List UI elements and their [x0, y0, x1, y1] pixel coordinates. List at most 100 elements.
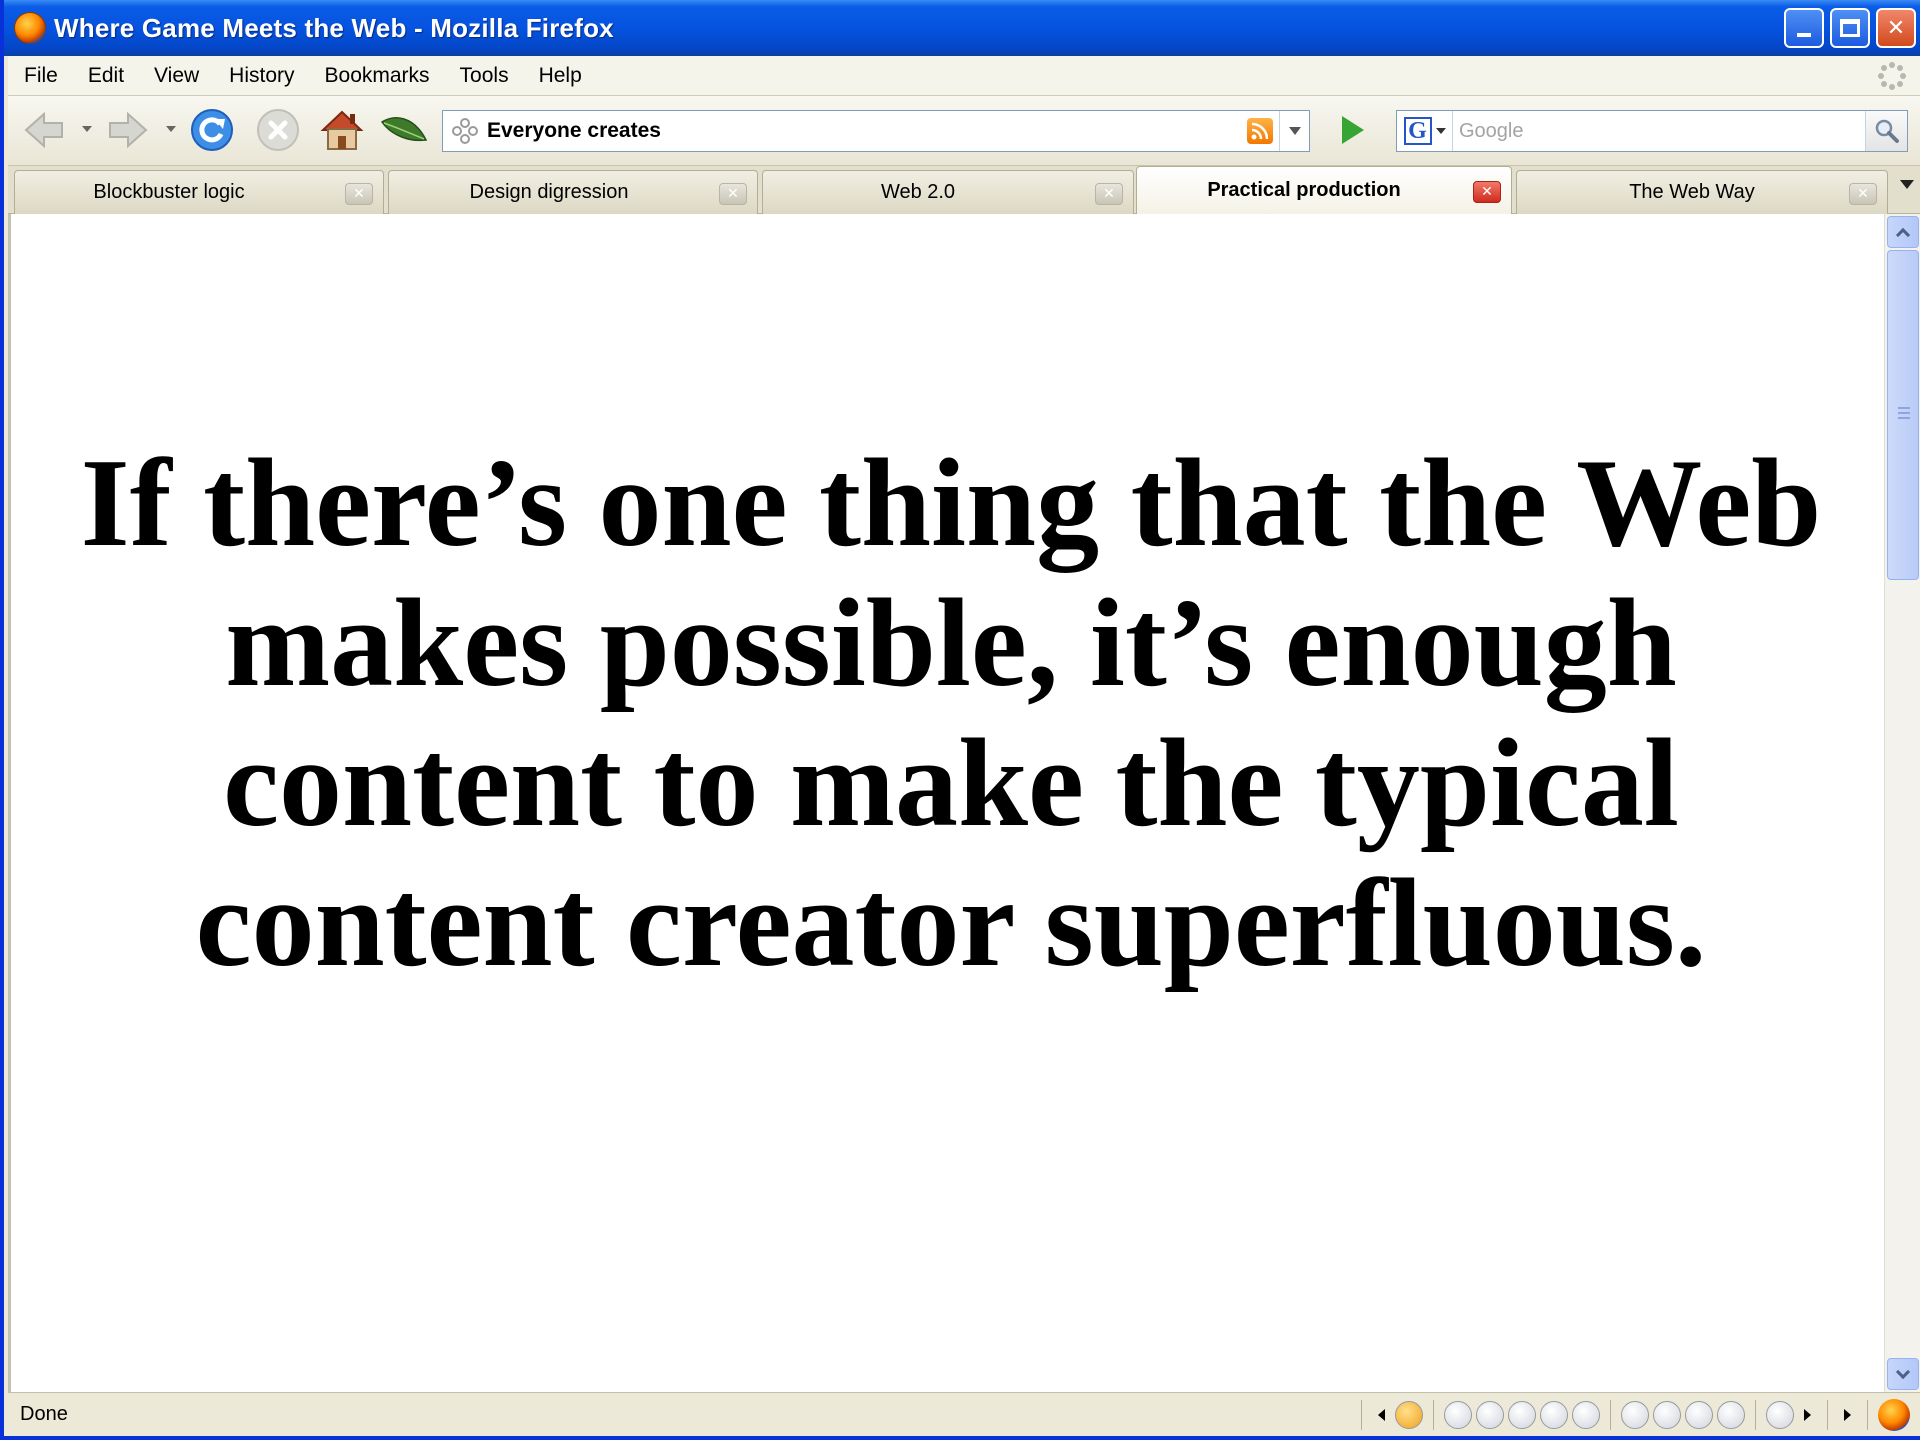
tab-close-button[interactable]: ✕ — [719, 183, 747, 205]
close-icon: ✕ — [727, 186, 739, 202]
site-icon — [452, 118, 478, 144]
tab-label: Practical production — [1207, 179, 1401, 201]
tab-the-web-way[interactable]: The Web Way ✕ — [1516, 170, 1888, 214]
search-engine-selector[interactable]: G — [1397, 111, 1453, 151]
play-icon[interactable] — [1476, 1401, 1504, 1429]
divider — [1755, 1400, 1756, 1430]
stop-icon — [257, 109, 299, 151]
magnifier-icon — [1875, 119, 1899, 143]
scroll-up-button[interactable] — [1887, 216, 1919, 248]
close-icon: ✕ — [1857, 186, 1869, 202]
reload-icon — [191, 109, 233, 151]
tab-web-2-0[interactable]: Web 2.0 ✕ — [762, 170, 1134, 214]
google-icon: G — [1403, 117, 1432, 145]
maximize-icon — [1840, 19, 1860, 37]
close-icon: ✕ — [1103, 186, 1115, 202]
rss-feed-icon[interactable] — [1247, 118, 1273, 144]
tab-label: The Web Way — [1629, 181, 1755, 203]
pause-icon[interactable] — [1508, 1401, 1536, 1429]
window-title: Where Game Meets the Web - Mozilla Firef… — [54, 12, 614, 43]
forward-history-dropdown[interactable] — [166, 126, 176, 132]
grip-line — [1898, 412, 1910, 414]
tab-practical-production[interactable]: Practical production ✕ — [1136, 166, 1512, 214]
previous-track-icon[interactable] — [1444, 1401, 1472, 1429]
menu-help[interactable]: Help — [539, 64, 582, 88]
divider — [1361, 1400, 1362, 1430]
chevron-up-icon[interactable] — [1685, 1401, 1713, 1429]
expand-icon[interactable] — [1844, 1409, 1851, 1421]
go-arrow-icon[interactable] — [1342, 116, 1364, 144]
divider — [1867, 1400, 1868, 1430]
firefox-icon[interactable] — [1878, 1399, 1910, 1431]
media-player-controls — [1355, 1399, 1910, 1431]
menu-tools[interactable]: Tools — [460, 64, 509, 88]
scroll-down-button[interactable] — [1887, 1358, 1919, 1390]
url-history-dropdown[interactable] — [1279, 111, 1309, 151]
forward-button[interactable] — [104, 106, 152, 154]
scroll-thumb[interactable] — [1887, 250, 1919, 580]
search-box: G — [1396, 110, 1908, 152]
music-note-icon[interactable] — [1395, 1401, 1423, 1429]
chevron-up-icon — [1895, 227, 1911, 242]
slide-quote: If there’s one thing that the Web makes … — [80, 434, 1822, 993]
tab-label: Web 2.0 — [880, 181, 956, 203]
tab-close-button[interactable]: ✕ — [1849, 183, 1877, 205]
close-icon: ✕ — [353, 186, 365, 202]
close-icon: ✕ — [1886, 15, 1906, 41]
title-bar: Where Game Meets the Web - Mozilla Firef… — [4, 0, 1920, 56]
all-tabs-dropdown[interactable] — [1900, 180, 1914, 189]
home-icon — [320, 110, 364, 150]
reload-button[interactable] — [188, 106, 236, 154]
volume-icon[interactable] — [1766, 1401, 1794, 1429]
tab-close-button[interactable]: ✕ — [1473, 181, 1501, 203]
minimize-icon — [1797, 33, 1811, 37]
forward-arrow-icon — [109, 111, 148, 149]
navigation-toolbar: Everyone creates G — [8, 96, 1920, 166]
search-input[interactable] — [1453, 112, 1865, 150]
chevron-down-icon — [1288, 127, 1301, 135]
home-button[interactable] — [318, 106, 366, 154]
scroll-right-icon[interactable] — [1804, 1409, 1811, 1421]
menu-view[interactable]: View — [154, 64, 199, 88]
scroll-left-icon[interactable] — [1378, 1409, 1385, 1421]
leaf-icon — [380, 117, 428, 142]
menu-bookmarks[interactable]: Bookmarks — [325, 64, 430, 88]
close-window-button[interactable]: ✕ — [1876, 8, 1916, 48]
throbber-icon — [1878, 62, 1906, 90]
next-track-icon[interactable] — [1572, 1401, 1600, 1429]
page-content: If there’s one thing that the Web makes … — [8, 214, 1884, 1392]
divider — [1433, 1400, 1434, 1430]
tab-label: Blockbuster logic — [93, 181, 245, 203]
back-button[interactable] — [20, 106, 68, 154]
firefox-icon — [14, 12, 46, 44]
leaf-button[interactable] — [380, 106, 428, 154]
stop-button[interactable] — [254, 106, 302, 154]
menu-edit[interactable]: Edit — [88, 64, 124, 88]
menu-file[interactable]: File — [24, 64, 58, 88]
url-text[interactable]: Everyone creates — [487, 119, 1247, 143]
stop-media-icon[interactable] — [1540, 1401, 1568, 1429]
menu-bar: File Edit View History Bookmarks Tools H… — [8, 56, 1920, 96]
menu-history[interactable]: History — [229, 64, 294, 88]
chevron-down-icon — [1895, 1364, 1911, 1379]
tab-close-button[interactable]: ✕ — [1095, 183, 1123, 205]
tab-design-digression[interactable]: Design digression ✕ — [388, 170, 758, 214]
status-text: Done — [20, 1403, 68, 1425]
back-history-dropdown[interactable] — [82, 126, 92, 132]
music-icon[interactable] — [1621, 1401, 1649, 1429]
status-bar: Done — [8, 1392, 1920, 1436]
vertical-scrollbar[interactable] — [1884, 214, 1920, 1392]
grip-line — [1898, 417, 1910, 419]
tab-close-button[interactable]: ✕ — [345, 183, 373, 205]
tab-blockbuster-logic[interactable]: Blockbuster logic ✕ — [14, 170, 384, 214]
tab-strip: Blockbuster logic ✕ Design digression ✕ … — [8, 166, 1920, 214]
maximize-button[interactable] — [1830, 8, 1870, 48]
chevron-down-icon — [1435, 128, 1446, 134]
minimize-button[interactable] — [1784, 8, 1824, 48]
url-bar[interactable]: Everyone creates — [442, 110, 1310, 152]
chevron-down-icon[interactable] — [1717, 1401, 1745, 1429]
divider — [1827, 1400, 1828, 1430]
tab-label: Design digression — [469, 181, 629, 203]
search-button[interactable] — [1865, 111, 1907, 151]
eject-icon[interactable] — [1653, 1401, 1681, 1429]
